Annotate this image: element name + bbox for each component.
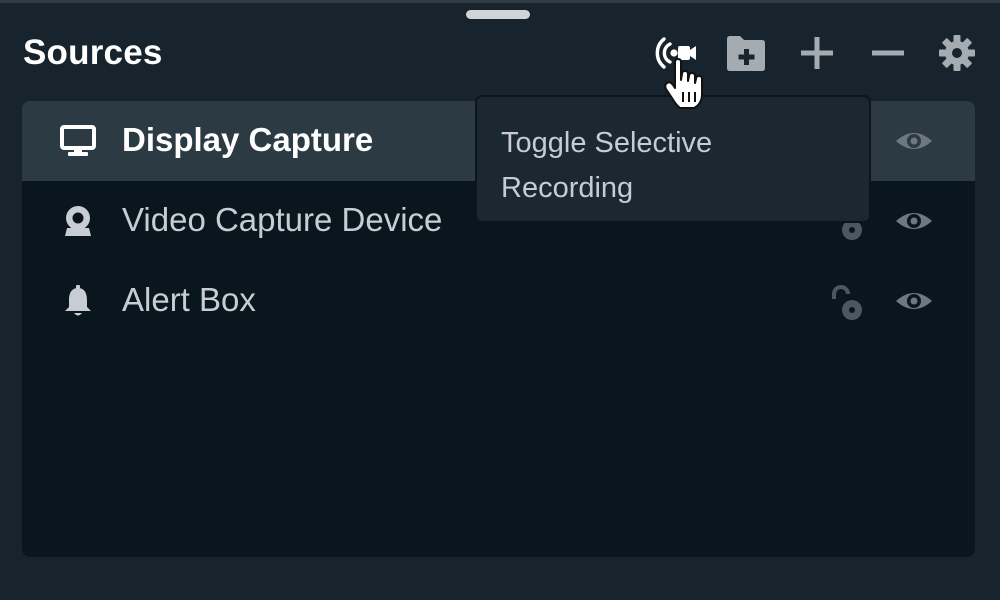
minus-icon	[872, 50, 904, 56]
toggle-selective-recording-tooltip: Toggle Selective Recording	[475, 95, 871, 223]
eye-icon[interactable]	[894, 283, 934, 319]
add-folder-button[interactable]	[724, 31, 768, 75]
remove-source-button[interactable]	[866, 31, 910, 75]
bell-icon	[58, 284, 98, 318]
panel-title: Sources	[23, 33, 163, 72]
source-name: Video Capture Device	[122, 201, 443, 238]
source-name: Display Capture	[122, 121, 374, 158]
hand-pointer-icon	[664, 58, 703, 109]
folder-plus-icon	[727, 36, 765, 71]
source-row-alert-box[interactable]: Alert Box	[22, 261, 975, 341]
tooltip-line-1: Toggle Selective	[501, 127, 713, 159]
sources-panel: Sources Display Capture Video Capture De…	[0, 0, 1000, 600]
source-name: Alert Box	[122, 281, 256, 318]
unlock-icon[interactable]	[828, 283, 868, 323]
monitor-icon	[58, 124, 98, 158]
webcam-icon	[58, 204, 98, 238]
add-source-button[interactable]	[795, 31, 839, 75]
eye-icon[interactable]	[894, 123, 934, 159]
source-settings-button[interactable]	[935, 31, 979, 75]
tooltip-line-2: Recording	[501, 172, 634, 204]
eye-icon[interactable]	[894, 203, 934, 239]
plus-icon	[801, 37, 833, 69]
gear-icon	[939, 35, 975, 71]
panel-resize-handle[interactable]	[466, 10, 530, 19]
